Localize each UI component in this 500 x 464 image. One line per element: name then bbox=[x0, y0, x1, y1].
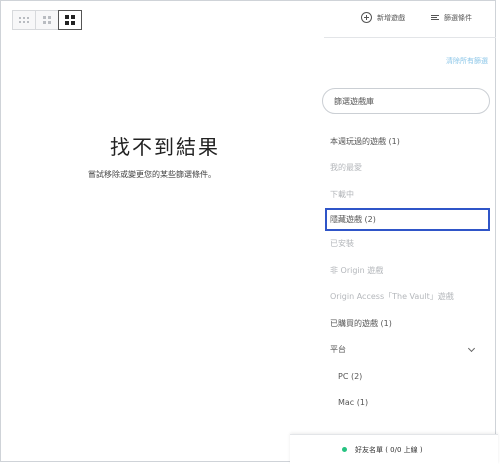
chevron-down-icon bbox=[467, 344, 476, 352]
grid-large-icon bbox=[65, 15, 75, 25]
filter-purchased[interactable]: 已購買的遊戲 (1) bbox=[322, 310, 496, 337]
filter-list: 本週玩過的遊戲 (1) 我的最愛 下載中 隱藏遊戲 (2) 已安裝 非 Orig… bbox=[322, 128, 496, 416]
view-toggle bbox=[12, 10, 82, 30]
grid-small-icon bbox=[19, 17, 29, 23]
view-large-grid-button[interactable] bbox=[58, 10, 82, 30]
top-actions: 新增遊戲 篩選條件 bbox=[335, 12, 472, 23]
search-placeholder: 篩選遊戲庫 bbox=[334, 96, 374, 106]
filter-icon bbox=[431, 15, 439, 20]
add-game-label: 新增遊戲 bbox=[377, 13, 405, 22]
platform-section-header[interactable]: 平台 bbox=[322, 337, 496, 364]
filter-label: 篩選條件 bbox=[444, 13, 472, 22]
filter-favorites[interactable]: 我的最愛 bbox=[322, 155, 496, 182]
filter-non-origin[interactable]: 非 Origin 遊戲 bbox=[322, 257, 496, 284]
status-dot-icon bbox=[342, 447, 347, 452]
add-game-button[interactable]: 新增遊戲 bbox=[361, 12, 405, 23]
clear-all-filters-link[interactable]: 清除所有篩選 bbox=[446, 56, 488, 66]
grid-medium-icon bbox=[43, 16, 51, 24]
friends-list-bar[interactable]: 好友名單 ( 0/0 上線 ) bbox=[290, 434, 498, 464]
platform-option-mac[interactable]: Mac (1) bbox=[322, 390, 496, 417]
filter-installed[interactable]: 已安裝 bbox=[322, 231, 496, 258]
filter-sidebar: 篩選遊戲庫 本週玩過的遊戲 (1) 我的最愛 下載中 隱藏遊戲 (2) 已安裝 … bbox=[322, 88, 496, 416]
empty-state-title: 找不到結果 bbox=[110, 135, 220, 159]
empty-state-subtitle: 嘗試移除或變更您的某些篩選條件。 bbox=[88, 170, 216, 179]
plus-circle-icon bbox=[361, 12, 372, 23]
filter-library-input[interactable]: 篩選遊戲庫 bbox=[322, 88, 490, 114]
platform-label: 平台 bbox=[330, 345, 346, 355]
filter-origin-access-vault[interactable]: Origin Access「The Vault」遊戲 bbox=[322, 284, 496, 311]
filter-hidden-games[interactable]: 隱藏遊戲 (2) bbox=[325, 207, 490, 231]
filter-played-this-week[interactable]: 本週玩過的遊戲 (1) bbox=[322, 128, 496, 155]
view-small-grid-button[interactable] bbox=[12, 10, 36, 30]
filter-toggle-button[interactable]: 篩選條件 bbox=[431, 13, 472, 23]
platform-option-pc[interactable]: PC (2) bbox=[322, 363, 496, 390]
divider bbox=[324, 37, 496, 38]
view-medium-grid-button[interactable] bbox=[35, 10, 59, 30]
friends-list-label: 好友名單 ( 0/0 上線 ) bbox=[355, 445, 423, 454]
filter-downloading[interactable]: 下載中 bbox=[322, 181, 496, 208]
